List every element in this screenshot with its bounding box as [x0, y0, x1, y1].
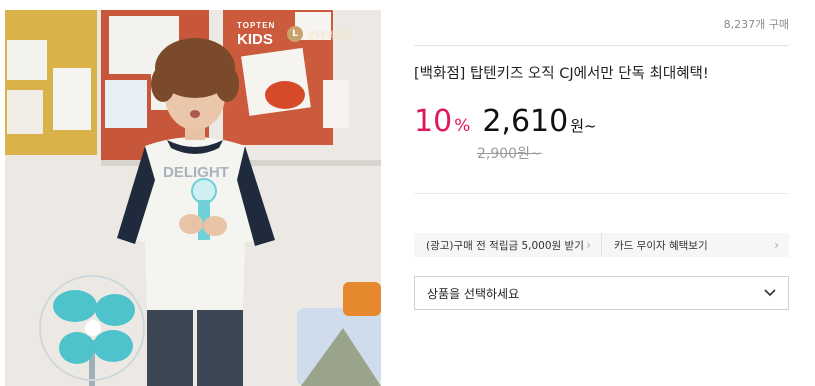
product-photo: DELIGHT: [5, 10, 381, 386]
brand-logo-line1: TOPTEN: [237, 21, 276, 30]
svg-text:DELIGHT: DELIGHT: [163, 164, 229, 181]
benefit-label: (광고)구매 전 적립금 5,000원 받기: [426, 239, 584, 252]
divider: [414, 45, 789, 46]
discount-rate: 10: [414, 104, 453, 139]
store-logo: L 롯데백화점: [287, 26, 353, 42]
price-row: 10 % 2,610 원~: [414, 104, 597, 139]
original-price: 2,900원~: [477, 146, 542, 162]
sale-price: 2,610: [482, 104, 569, 139]
store-logo-icon: L: [287, 26, 303, 42]
chevron-right-icon: ›: [586, 238, 591, 252]
chevron-down-icon: [764, 289, 776, 297]
benefit-card-installment-link[interactable]: 카드 무이자 혜택보기 ›: [601, 233, 789, 257]
product-option-select[interactable]: 상품을 선택하세요: [414, 276, 789, 310]
discount-percent-symbol: %: [454, 116, 471, 136]
benefit-reward-points-link[interactable]: (광고)구매 전 적립금 5,000원 받기 ›: [414, 233, 601, 257]
product-title: [백화점] 탑텐키즈 오직 CJ에서만 단독 최대혜택!: [414, 66, 709, 82]
store-logo-text: 롯데백화점: [307, 30, 353, 42]
brand-logo-line2: KIDS: [237, 31, 273, 48]
chevron-right-icon: ›: [774, 238, 779, 252]
sale-price-unit: 원~: [570, 117, 597, 135]
purchase-count: 8,237개 구매: [723, 18, 789, 31]
benefit-bar: (광고)구매 전 적립금 5,000원 받기 › 카드 무이자 혜택보기 ›: [414, 233, 789, 257]
divider: [414, 193, 789, 194]
brand-logo: TOPTEN KIDS: [237, 21, 276, 48]
product-image[interactable]: DELIGHT TOPTEN KIDS L 롯데백화점: [5, 10, 381, 386]
benefit-label: 카드 무이자 혜택보기: [614, 239, 708, 252]
option-select-placeholder: 상품을 선택하세요: [427, 286, 520, 301]
